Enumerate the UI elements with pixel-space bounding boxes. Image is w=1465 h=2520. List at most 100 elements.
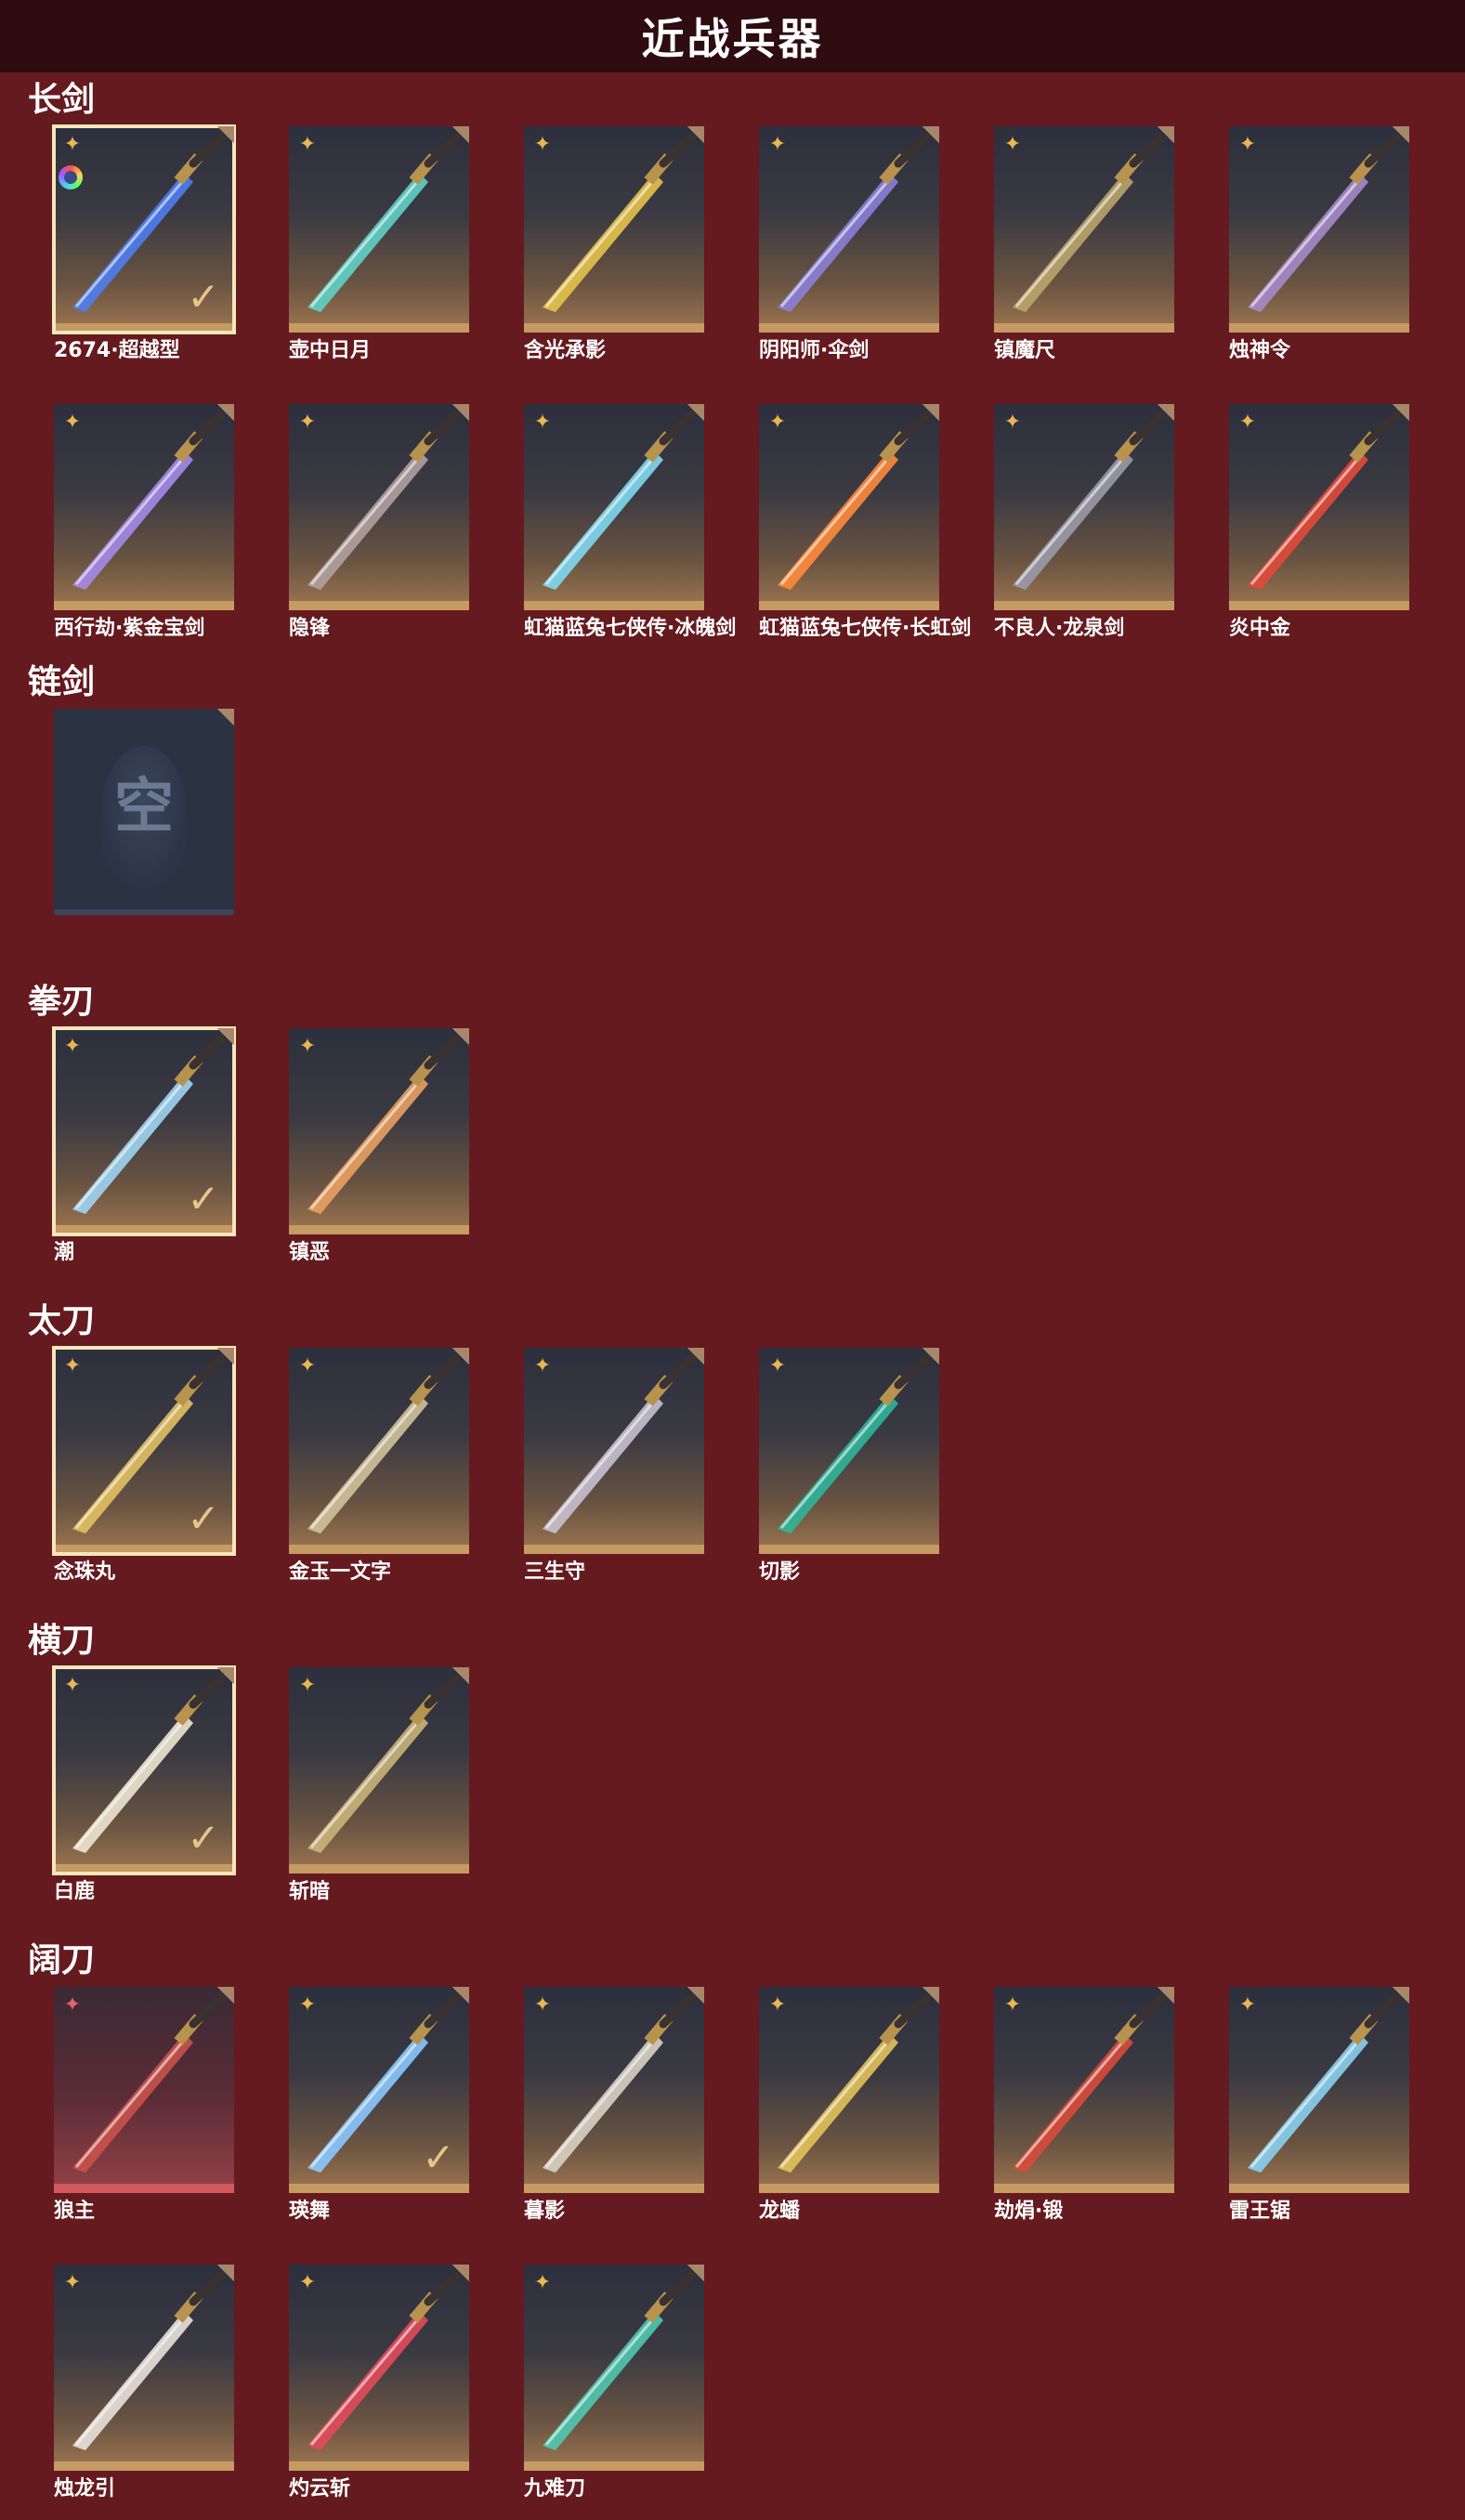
section-title: 太刀 xyxy=(28,1302,96,1340)
weapon-name: 念珠丸 xyxy=(54,1560,116,1584)
weapon-card[interactable]: ✦ 烛龙引 xyxy=(54,2265,234,2508)
weapon-tile: ✦ xyxy=(289,126,469,333)
weapon-tile: ✦ ✓ xyxy=(52,1026,236,1236)
corner-fold-icon xyxy=(452,1028,469,1045)
weapon-card[interactable]: ✦ 阴阳师·伞剑 xyxy=(759,126,939,370)
corner-fold-icon xyxy=(922,1348,939,1364)
star-icon: ✦ xyxy=(63,2271,82,2294)
corner-fold-icon xyxy=(687,1987,704,2004)
weapon-tile: ✦ xyxy=(1229,404,1409,610)
weapon-card[interactable]: ✦ 灼云斩 xyxy=(289,2265,469,2508)
weapon-name: 瑛舞 xyxy=(289,2200,331,2223)
checkmark-icon: ✓ xyxy=(187,1495,220,1541)
weapon-name: 三生守 xyxy=(524,1560,586,1584)
star-icon: ✦ xyxy=(768,411,787,434)
weapon-name: 狼主 xyxy=(54,2200,96,2223)
weapon-card[interactable]: ✦ 狼主 xyxy=(54,1987,234,2230)
weapon-card[interactable]: ✦ 镇恶 xyxy=(289,1028,469,1272)
weapon-card[interactable]: ✦ 切影 xyxy=(759,1348,939,1591)
corner-fold-icon xyxy=(1393,1987,1409,2004)
weapon-card[interactable]: ✦ ✓ 2674·超越型 xyxy=(52,124,236,370)
star-icon: ✦ xyxy=(63,411,82,434)
weapon-card[interactable]: ✦ ✓ 瑛舞 xyxy=(289,1987,469,2230)
star-icon: ✦ xyxy=(298,133,317,156)
star-icon: ✦ xyxy=(298,1354,317,1378)
weapon-card[interactable]: ✦ ✓ 白鹿 xyxy=(52,1665,236,1911)
star-icon: ✦ xyxy=(533,1993,552,2017)
color-ring-icon xyxy=(59,165,83,189)
corner-fold-icon xyxy=(687,2265,704,2281)
star-icon: ✦ xyxy=(298,1035,317,1058)
star-icon: ✦ xyxy=(63,1354,82,1378)
corner-fold-icon xyxy=(687,404,704,421)
weapon-name: 炎中金 xyxy=(1229,617,1291,640)
checkmark-icon: ✓ xyxy=(187,274,220,320)
star-icon: ✦ xyxy=(1003,1993,1022,2017)
weapon-card[interactable]: ✦ 镇魔尺 xyxy=(994,126,1174,370)
empty-slot[interactable]: 空 xyxy=(54,709,234,952)
weapon-card[interactable]: ✦ 西行劫·紫金宝剑 xyxy=(54,404,234,647)
weapon-card[interactable]: ✦ 雷王锯 xyxy=(1229,1987,1409,2230)
weapon-tile: ✦ xyxy=(1229,1987,1409,2193)
weapon-card[interactable]: ✦ 壶中日月 xyxy=(289,126,469,370)
weapon-name: 雷王锯 xyxy=(1229,2200,1291,2223)
weapon-tile: ✦ xyxy=(289,1348,469,1554)
weapon-card[interactable]: ✦ 炎中金 xyxy=(1229,404,1409,647)
corner-fold-icon xyxy=(217,709,234,725)
corner-fold-icon xyxy=(452,1667,469,1684)
weapon-card[interactable]: ✦ 含光承影 xyxy=(524,126,704,370)
weapon-card[interactable]: ✦ ✓ 潮 xyxy=(52,1026,236,1272)
weapon-card[interactable]: ✦ 虹猫蓝兔七侠传·长虹剑 xyxy=(759,404,971,647)
weapon-name: 九难刀 xyxy=(524,2477,586,2500)
weapon-name: 西行劫·紫金宝剑 xyxy=(54,617,205,640)
weapon-card[interactable]: ✦ 九难刀 xyxy=(524,2265,704,2508)
weapon-name: 金玉一文字 xyxy=(289,1560,392,1584)
weapon-tile: ✦ ✓ xyxy=(52,1665,236,1875)
weapon-card[interactable]: ✦ 虹猫蓝兔七侠传·冰魄剑 xyxy=(524,404,736,647)
weapon-card[interactable]: ✦ 斩暗 xyxy=(289,1667,469,1911)
weapon-tile: ✦ xyxy=(54,2265,234,2471)
weapon-card[interactable]: ✦ 龙蟠 xyxy=(759,1987,939,2230)
weapon-name: 龙蟠 xyxy=(759,2200,801,2223)
checkmark-icon: ✓ xyxy=(187,1176,220,1221)
corner-fold-icon xyxy=(1158,126,1174,143)
weapon-name: 阴阳师·伞剑 xyxy=(759,339,870,362)
star-icon: ✦ xyxy=(298,1993,317,2017)
corner-fold-icon xyxy=(922,126,939,143)
section-title: 链剑 xyxy=(28,663,96,701)
star-icon: ✦ xyxy=(63,133,82,156)
weapon-tile: ✦ xyxy=(1229,126,1409,333)
weapon-tile: ✦ ✓ xyxy=(52,1346,236,1556)
weapon-card[interactable]: ✦ 三生守 xyxy=(524,1348,704,1591)
red-star-icon: ✦ xyxy=(63,1993,82,2017)
weapon-card[interactable]: ✦ 烛神令 xyxy=(1229,126,1409,370)
star-icon: ✦ xyxy=(298,2271,317,2294)
weapon-tile: ✦ xyxy=(524,1987,704,2193)
star-icon: ✦ xyxy=(1003,133,1022,156)
weapon-card[interactable]: ✦ 不良人·龙泉剑 xyxy=(994,404,1174,647)
star-icon: ✦ xyxy=(533,411,552,434)
weapon-card[interactable]: ✦ 隐锋 xyxy=(289,404,469,647)
weapon-name: 劫焆·锻 xyxy=(994,2200,1064,2223)
weapon-card[interactable]: ✦ 暮影 xyxy=(524,1987,704,2230)
weapon-name: 虹猫蓝兔七侠传·冰魄剑 xyxy=(524,617,737,640)
weapon-card[interactable]: ✦ 劫焆·锻 xyxy=(994,1987,1174,2230)
corner-fold-icon xyxy=(217,2265,234,2281)
checkmark-icon: ✓ xyxy=(422,2135,455,2180)
weapon-tile: ✦ xyxy=(524,126,704,333)
weapon-name: 镇恶 xyxy=(289,1241,331,1264)
corner-fold-icon xyxy=(217,1348,234,1364)
checkmark-icon: ✓ xyxy=(187,1815,220,1861)
weapon-tile: ✦ xyxy=(759,1348,939,1554)
star-icon: ✦ xyxy=(1238,1993,1257,2017)
star-icon: ✦ xyxy=(298,411,317,434)
weapon-card[interactable]: ✦ ✓ 念珠丸 xyxy=(52,1346,236,1591)
weapon-card[interactable]: ✦ 金玉一文字 xyxy=(289,1348,469,1591)
corner-fold-icon xyxy=(217,1987,234,2004)
corner-fold-icon xyxy=(922,404,939,421)
weapon-tile: ✦ xyxy=(524,404,704,610)
top-bar: 近战兵器 xyxy=(0,0,1465,72)
weapon-name: 灼云斩 xyxy=(289,2477,351,2500)
corner-fold-icon xyxy=(1158,1987,1174,2004)
weapon-tile: ✦ xyxy=(524,2265,704,2471)
